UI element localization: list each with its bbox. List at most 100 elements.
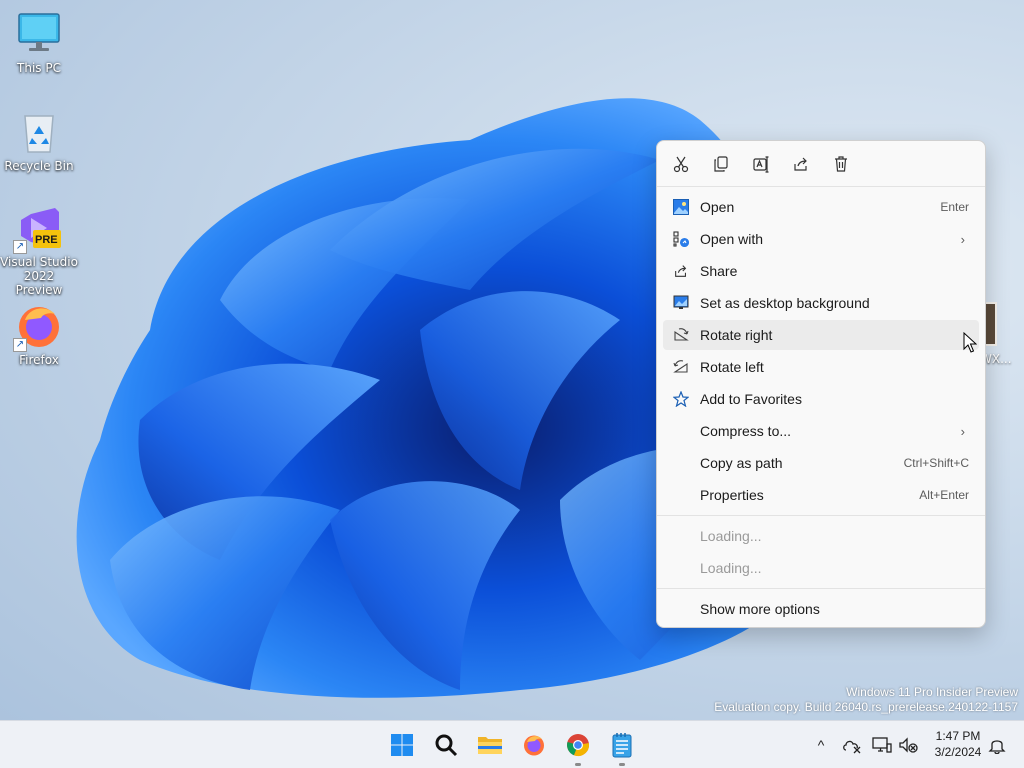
menu-item-open[interactable]: Open Enter [663, 192, 979, 222]
notepad-icon [612, 733, 632, 758]
network-disconnected-icon[interactable] [842, 736, 862, 754]
copy-button[interactable] [701, 146, 741, 182]
clock-time: 1:47 PM [935, 729, 981, 743]
image-icon [672, 198, 690, 216]
chevron-right-icon: › [960, 231, 965, 247]
desktop-icon-label-line1: Visual Studio [0, 255, 78, 269]
share-icon [672, 262, 690, 280]
desktop-icon-label-line2: 2022 Preview [15, 269, 63, 297]
shortcut-arrow-icon: ↗ [13, 338, 27, 352]
shortcut-arrow-icon: ↗ [13, 240, 27, 254]
menu-item-label: Compress to... [700, 423, 792, 439]
desktop-icon-recycle-bin[interactable]: Recycle Bin [0, 108, 78, 173]
desktop-icon-partial[interactable]: WX... [980, 300, 1024, 370]
menu-separator [657, 515, 985, 516]
delete-icon [835, 155, 847, 172]
menu-item-label: Open with [700, 231, 764, 247]
blank-icon-slot [672, 559, 690, 577]
menu-item-add-to-favorites[interactable]: Add to Favorites [663, 384, 979, 414]
menu-item-show-more-options[interactable]: Show more options [663, 594, 979, 624]
file-explorer-icon [478, 737, 502, 754]
menu-item-set-desktop-background[interactable]: Set as desktop background [663, 288, 979, 318]
menu-item-shortcut: Ctrl+Shift+C [903, 456, 969, 470]
desktop-icon-label: Firefox [19, 353, 59, 367]
clock-date: 3/2/2024 [934, 745, 982, 759]
tray-overflow-chevron-icon[interactable]: ^ [810, 737, 832, 753]
menu-item-label: Loading... [700, 528, 762, 544]
rotate-left-icon [672, 358, 690, 376]
rotate-right-icon [672, 326, 690, 344]
share-icon [794, 157, 807, 171]
chrome-icon [567, 734, 589, 757]
star-icon [672, 390, 690, 408]
search-icon [435, 734, 458, 757]
monitor-icon [15, 10, 63, 58]
search-button[interactable] [430, 729, 462, 761]
start-button[interactable] [386, 729, 418, 761]
menu-item-shortcut: Alt+Enter [919, 488, 969, 502]
desktop-background-icon [672, 294, 690, 312]
menu-item-open-with[interactable]: Open with › [663, 224, 979, 254]
menu-item-label: Rotate left [700, 359, 764, 375]
running-indicator [619, 763, 625, 766]
desktop-icon-this-pc[interactable]: This PC [0, 10, 78, 75]
mouse-cursor-icon [963, 332, 977, 353]
rename-button[interactable] [741, 146, 781, 182]
menu-item-label: Loading... [700, 560, 762, 576]
notepad-taskbar-button[interactable] [606, 729, 638, 766]
desktop-icon-label: This PC [17, 61, 61, 75]
menu-item-label: Share [700, 263, 738, 279]
watermark-line2: Evaluation copy. Build 26040.rs_prerelea… [714, 700, 1018, 714]
visual-studio-icon: PRE ↗ [13, 204, 63, 254]
desktop-icon-firefox[interactable]: ↗ Firefox [0, 302, 78, 367]
menu-item-loading-1: Loading... [663, 521, 979, 551]
menu-item-copy-as-path[interactable]: Copy as path Ctrl+Shift+C [663, 448, 979, 478]
firefox-icon: ↗ [13, 302, 63, 352]
share-button[interactable] [781, 146, 821, 182]
notification-bell-icon[interactable] [988, 736, 1006, 754]
menu-item-loading-2: Loading... [663, 553, 979, 583]
menu-item-compress-to[interactable]: Compress to... › [663, 416, 979, 446]
blank-icon-slot [672, 600, 690, 618]
cut-button[interactable] [661, 146, 701, 182]
display-icon[interactable] [872, 736, 892, 754]
menu-item-properties[interactable]: Properties Alt+Enter [663, 480, 979, 510]
start-icon [391, 734, 413, 756]
volume-muted-icon[interactable] [898, 736, 918, 754]
context-menu: Open Enter Open with › Share Set as desk… [656, 140, 986, 628]
menu-item-rotate-left[interactable]: Rotate left [663, 352, 979, 382]
menu-item-rotate-right[interactable]: Rotate right [663, 320, 979, 350]
blank-icon-slot [672, 527, 690, 545]
recycle-bin-icon [15, 108, 63, 156]
blank-icon-slot [672, 454, 690, 472]
blank-icon-slot [672, 422, 690, 440]
menu-item-label: Add to Favorites [700, 391, 802, 407]
menu-item-share[interactable]: Share [663, 256, 979, 286]
chevron-right-icon: › [960, 423, 965, 439]
menu-item-label: Copy as path [700, 455, 783, 471]
firefox-taskbar-button[interactable] [518, 729, 550, 761]
menu-item-shortcut: Enter [940, 200, 969, 214]
copy-icon [714, 155, 728, 172]
taskbar: ^ 1:47 PM 3/2/2024 [0, 720, 1024, 768]
system-tray: ^ [810, 721, 918, 768]
open-with-icon [672, 230, 690, 248]
menu-item-label: Show more options [700, 601, 820, 617]
menu-item-label: Open [700, 199, 735, 215]
delete-button[interactable] [821, 146, 861, 182]
menu-item-label: Properties [700, 487, 764, 503]
firefox-icon [524, 735, 544, 756]
quick-actions-bar [657, 141, 985, 187]
desktop-icon-visual-studio[interactable]: PRE ↗ Visual Studio 2022 Preview [0, 204, 78, 297]
pre-badge: PRE [35, 234, 58, 246]
file-explorer-button[interactable] [474, 729, 506, 761]
cut-icon [673, 156, 689, 172]
menu-item-label: Rotate right [700, 327, 773, 343]
desktop-icon-label: Recycle Bin [4, 159, 74, 173]
running-indicator [575, 763, 581, 766]
evaluation-watermark: Windows 11 Pro Insider Preview Evaluatio… [714, 685, 1018, 715]
taskbar-clock[interactable]: 1:47 PM 3/2/2024 [928, 728, 988, 760]
chrome-taskbar-button[interactable] [562, 729, 594, 766]
blank-icon-slot [672, 486, 690, 504]
menu-item-label: Set as desktop background [700, 295, 870, 311]
